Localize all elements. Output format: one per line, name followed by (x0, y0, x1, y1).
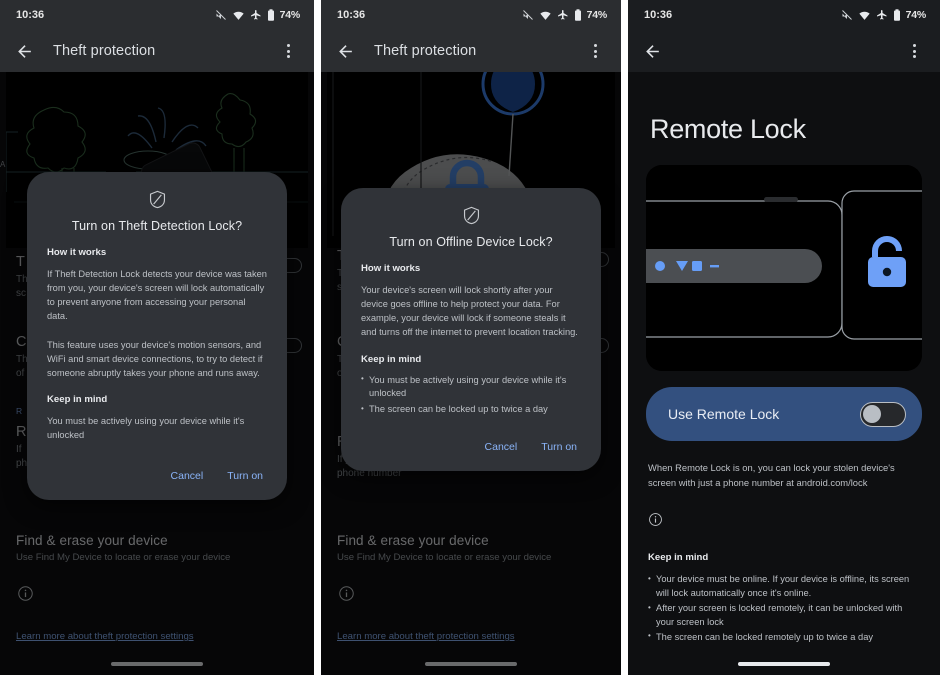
more-options-icon[interactable] (901, 38, 927, 64)
page-title: Theft protection (53, 43, 156, 59)
use-remote-lock-switch[interactable] (860, 401, 906, 427)
page-title: Theft protection (374, 43, 477, 59)
panel-divider-2 (621, 0, 628, 675)
battery-icon (267, 9, 274, 21)
keep-in-mind-heading: Keep in mind (648, 552, 709, 564)
turn-on-button[interactable]: Turn on (227, 470, 263, 482)
cancel-button[interactable]: Cancel (485, 441, 518, 453)
battery-icon (893, 9, 900, 21)
info-icon[interactable] (648, 512, 922, 532)
how-it-works-heading: How it works (361, 263, 421, 274)
screenshot-stage: 10:36 74% Theft protection Turn on Theft… (0, 0, 942, 675)
mute-icon (522, 10, 533, 20)
status-bar: 10:36 74% (0, 0, 314, 30)
theft-detection-lock-dialog: Turn on Theft Detection Lock? How it wor… (27, 172, 287, 501)
dialog-actions: Cancel Turn on (361, 427, 581, 459)
status-bar: 10:36 74% (628, 0, 940, 30)
how-it-works-paragraph-1: Your device's screen will lock shortly a… (361, 285, 578, 338)
battery-icon (574, 9, 581, 21)
back-arrow-icon[interactable] (639, 38, 665, 64)
airplane-mode-icon (557, 10, 568, 20)
status-bar: 10:36 74% (321, 0, 621, 30)
wifi-icon (539, 11, 551, 20)
phone-screen-theft-detection-lock: 10:36 74% Theft protection Turn on Theft… (0, 0, 314, 675)
keep-in-mind-paragraph: You must be actively using your device w… (47, 415, 245, 440)
keep-in-mind-heading: Keep in mind (47, 393, 108, 405)
list-item: The screen can be locked remotely up to … (648, 630, 922, 645)
keep-in-mind-list: You must be actively using your device w… (361, 373, 581, 418)
mute-icon (841, 10, 852, 20)
offline-device-lock-dialog: Turn on Offline Device Lock? How it work… (341, 188, 601, 472)
status-bar-icons: 74% (522, 9, 607, 22)
battery-percentage: 74% (905, 9, 927, 21)
wifi-icon (232, 11, 244, 20)
how-it-works-paragraph-2: This feature uses your device's motion s… (47, 339, 263, 378)
list-item: Your device must be online. If your devi… (648, 573, 922, 601)
status-bar-icons: 74% (841, 9, 926, 22)
app-bar: Theft protection (0, 30, 314, 72)
theft-protection-shield-icon (361, 206, 581, 225)
back-arrow-icon[interactable] (332, 38, 358, 64)
theft-protection-shield-icon (47, 190, 267, 209)
back-arrow-icon[interactable] (11, 38, 37, 64)
how-it-works-heading: How it works (47, 247, 107, 258)
list-item: The screen can be locked up to twice a d… (361, 403, 581, 417)
keep-in-mind-list: Your device must be online. If your devi… (648, 573, 922, 645)
remote-lock-content: Remote Lock Use Remote Lock When Remote … (628, 114, 940, 645)
use-remote-lock-toggle-card[interactable]: Use Remote Lock (646, 387, 922, 441)
airplane-mode-icon (876, 10, 887, 20)
status-bar-time: 10:36 (644, 9, 673, 21)
more-options-icon[interactable] (582, 38, 608, 64)
list-item: After your screen is locked remotely, it… (648, 602, 922, 630)
airplane-mode-icon (250, 10, 261, 20)
phone-with-unlocked-padlock-illustration (646, 165, 922, 371)
status-bar-time: 10:36 (337, 9, 366, 21)
cancel-button[interactable]: Cancel (171, 470, 204, 482)
dialog-title: Turn on Offline Device Lock? (389, 235, 553, 249)
dialog-title: Turn on Theft Detection Lock? (71, 219, 243, 233)
panel-divider (314, 0, 321, 675)
dialog-actions: Cancel Turn on (47, 456, 267, 488)
mute-icon (215, 10, 226, 20)
turn-on-button[interactable]: Turn on (541, 441, 577, 453)
phone-screen-remote-lock: 10:36 74% Remote Lock Use Remote Lock Wh… (628, 0, 940, 675)
nav-gesture-bar[interactable] (628, 644, 940, 675)
list-item: You must be actively using your device w… (361, 373, 581, 402)
use-remote-lock-label: Use Remote Lock (668, 406, 780, 422)
remote-lock-description: When Remote Lock is on, you can lock you… (648, 462, 895, 488)
page-title: Remote Lock (650, 114, 806, 144)
phone-screen-offline-device-lock: 10:36 74% Theft protection Turn on Offli… (321, 0, 621, 675)
how-it-works-paragraph-1: If Theft Detection Lock detects your dev… (47, 269, 267, 322)
keep-in-mind-heading: Keep in mind (361, 353, 422, 365)
status-bar-time: 10:36 (16, 9, 45, 21)
battery-percentage: 74% (279, 9, 301, 21)
wifi-icon (858, 11, 870, 20)
app-bar (628, 30, 940, 72)
status-bar-icons: 74% (215, 9, 300, 22)
more-options-icon[interactable] (275, 38, 301, 64)
battery-percentage: 74% (586, 9, 608, 21)
app-bar: Theft protection (321, 30, 621, 72)
